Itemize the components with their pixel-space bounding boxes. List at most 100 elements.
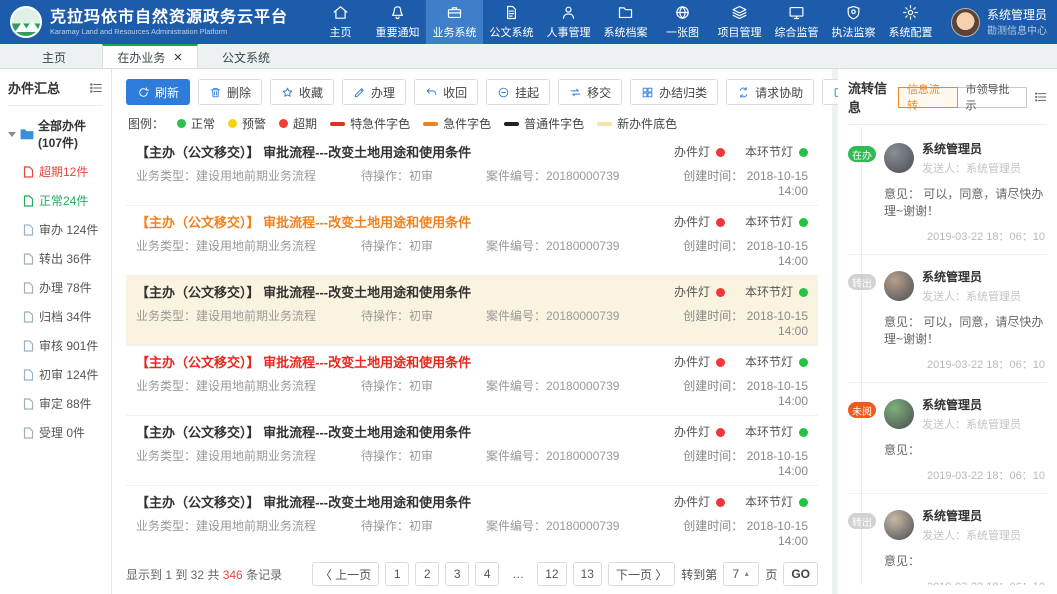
tree-item[interactable]: 审定 88件 — [23, 395, 103, 412]
nav-item-gear[interactable]: 系统配置 — [882, 0, 939, 44]
close-tab-icon[interactable]: ✕ — [173, 51, 182, 64]
tree-item[interactable]: 正常24件 — [23, 192, 103, 209]
case-title: 【主办（公文移交）】 审批流程---改变土地用途和使用条件 — [136, 352, 471, 371]
page-number-button[interactable]: 1 — [385, 562, 409, 586]
file-icon — [23, 340, 34, 352]
tree-item[interactable]: 审办 124件 — [23, 221, 103, 238]
case-number: 案件编号：20180000739 — [486, 377, 671, 408]
tree-item[interactable]: 初审 124件 — [23, 366, 103, 383]
page-number-button[interactable]: 13 — [573, 562, 602, 586]
nav-item-home[interactable]: 主页 — [312, 0, 369, 44]
flow-item[interactable]: 未阅 系统管理员 发送人：系统管理员 意见： 2019-03-22 18：06：… — [848, 383, 1047, 494]
flow-item[interactable]: 转出 系统管理员 发送人：系统管理员 意见： 2019-03-22 18：06：… — [848, 494, 1047, 585]
tree-item-label: 归档 34件 — [39, 308, 92, 325]
star-button[interactable]: 收藏 — [270, 79, 334, 105]
workspace-tab-0[interactable]: 主页 — [6, 44, 102, 68]
list-filter-icon[interactable] — [1034, 90, 1047, 104]
flow-item[interactable]: 在办 系统管理员 发送人：系统管理员 意见： 可以，同意，请尽快办理~谢谢！ 2… — [848, 127, 1047, 255]
case-lamp-dot — [716, 428, 725, 437]
pause-button[interactable]: 挂起 — [486, 79, 550, 105]
tree-item[interactable]: 受理 0件 — [23, 424, 103, 441]
page-number-button[interactable]: 2 — [415, 562, 439, 586]
flow-sender-name: 系统管理员 — [922, 140, 1021, 157]
flow-item[interactable]: 转出 系统管理员 发送人：系统管理员 意见： 可以，同意，请尽快办理~谢谢！ 2… — [848, 255, 1047, 383]
legend-item: 正常 — [177, 115, 215, 132]
case-row[interactable]: 【主办（公文移交）】 审批流程---改变土地用途和使用条件 办件灯 本环节灯 业… — [126, 136, 818, 206]
nav-item-bell[interactable]: 重要通知 — [369, 0, 426, 44]
flow-timestamp: 2019-03-22 18：06：10 — [884, 578, 1045, 585]
case-pending-operation: 待操作：初审 — [361, 447, 486, 478]
legend-item: 普通件字色 — [504, 115, 584, 132]
tree-item[interactable]: 转出 36件 — [23, 250, 103, 267]
legend-item-label: 普通件字色 — [524, 115, 584, 132]
legend-item-label: 急件字色 — [443, 115, 491, 132]
spinner-up-icon[interactable]: ▲ — [743, 571, 750, 578]
nav-item-document[interactable]: 公文系统 — [483, 0, 540, 44]
case-row[interactable]: 【主办（公文移交）】 审批流程---改变土地用途和使用条件 办件灯 本环节灯 业… — [126, 206, 818, 276]
step-lamp: 本环节灯 — [745, 283, 808, 300]
assist-button[interactable]: 请求协助 — [726, 79, 814, 105]
case-row[interactable]: 【主办（公文移交）】 审批流程---改变土地用途和使用条件 办件灯 本环节灯 业… — [126, 346, 818, 416]
globe-icon — [674, 4, 691, 21]
case-row[interactable]: 【主办（公文移交）】 审批流程---改变土地用途和使用条件 办件灯 本环节灯 业… — [126, 416, 818, 486]
page-number-button[interactable]: 4 — [475, 562, 499, 586]
workspace-tab-2[interactable]: 公文系统 — [198, 44, 294, 68]
case-pending-operation: 待操作：初审 — [361, 517, 486, 548]
page-number-button[interactable]: 3 — [445, 562, 469, 586]
tree-item-label: 转出 36件 — [39, 250, 92, 267]
tree-item[interactable]: 审核 901件 — [23, 337, 103, 354]
transfer-button[interactable]: 移交 — [558, 79, 622, 105]
flow-status-badge: 转出 — [848, 274, 876, 290]
flow-opinion: 意见： — [884, 441, 1045, 458]
tree-item[interactable]: 归档 34件 — [23, 308, 103, 325]
avatar — [884, 271, 914, 301]
nav-item-layers[interactable]: 项目管理 — [711, 0, 768, 44]
file-icon — [23, 398, 34, 410]
tab-leader-instructions[interactable]: 市领导批示 — [957, 87, 1027, 108]
classify-button[interactable]: 办结归类 — [630, 79, 718, 105]
tree-item[interactable]: 办理 78件 — [23, 279, 103, 296]
nav-item-shield[interactable]: 执法监察 — [825, 0, 882, 44]
undo-button[interactable]: 收回 — [414, 79, 478, 105]
nav-item-monitor[interactable]: 综合监管 — [768, 0, 825, 44]
step-lamp: 本环节灯 — [745, 493, 808, 510]
case-number: 案件编号：20180000739 — [486, 447, 671, 478]
step-lamp-dot — [799, 288, 808, 297]
next-page-button[interactable]: 下一页 〉 — [608, 562, 675, 586]
tree-item[interactable]: 超期12件 — [23, 163, 103, 180]
edit-icon — [353, 86, 366, 99]
file-icon — [23, 166, 34, 178]
list-filter-icon[interactable] — [89, 81, 103, 95]
case-row[interactable]: 【主办（公文移交）】 审批流程---改变土地用途和使用条件 办件灯 本环节灯 业… — [126, 486, 818, 552]
workspace-tab-1[interactable]: 在办业务✕ — [102, 44, 198, 68]
tree-root-all-cases[interactable]: 全部办件 (107件) — [8, 117, 103, 151]
legend-item: 急件字色 — [423, 115, 491, 132]
logo-mountain-icon — [10, 6, 42, 38]
user-menu[interactable]: 系统管理员 勘测信息中心 — [951, 8, 1047, 37]
app-title: 克拉玛依市自然资源政务云平台 — [50, 9, 288, 27]
trash-button[interactable]: 删除 — [198, 79, 262, 105]
nav-item-user[interactable]: 人事管理 — [540, 0, 597, 44]
document-icon — [503, 4, 520, 21]
file-icon — [23, 282, 34, 294]
page-number-button[interactable]: 12 — [537, 562, 566, 586]
file-icon — [23, 253, 34, 265]
bell-icon — [389, 4, 406, 21]
flow-status-badge: 未阅 — [848, 402, 876, 418]
nav-item-globe[interactable]: 一张图 — [654, 0, 711, 44]
refresh-button[interactable]: 刷新 — [126, 79, 190, 105]
nav-item-folder[interactable]: 系统档案 — [597, 0, 654, 44]
case-row[interactable]: 【主办（公文移交）】 审批流程---改变土地用途和使用条件 办件灯 本环节灯 业… — [126, 276, 818, 346]
open-tabs-bar: 主页在办业务✕公文系统 — [0, 44, 1057, 69]
nav-item-label: 执法监察 — [831, 24, 875, 40]
shield-icon — [845, 4, 862, 21]
nav-item-briefcase[interactable]: 业务系统 — [426, 0, 483, 44]
page-number-spinner[interactable]: 7▲ — [723, 562, 759, 586]
prev-page-button[interactable]: 〈 上一页 — [312, 562, 379, 586]
flow-sender-line: 发送人：系统管理员 — [922, 527, 1021, 543]
edit-button[interactable]: 办理 — [342, 79, 406, 105]
folder-icon — [20, 128, 34, 140]
avatar — [884, 510, 914, 540]
go-button[interactable]: GO — [783, 562, 818, 586]
tab-info-flow[interactable]: 信息流转 — [898, 87, 958, 108]
